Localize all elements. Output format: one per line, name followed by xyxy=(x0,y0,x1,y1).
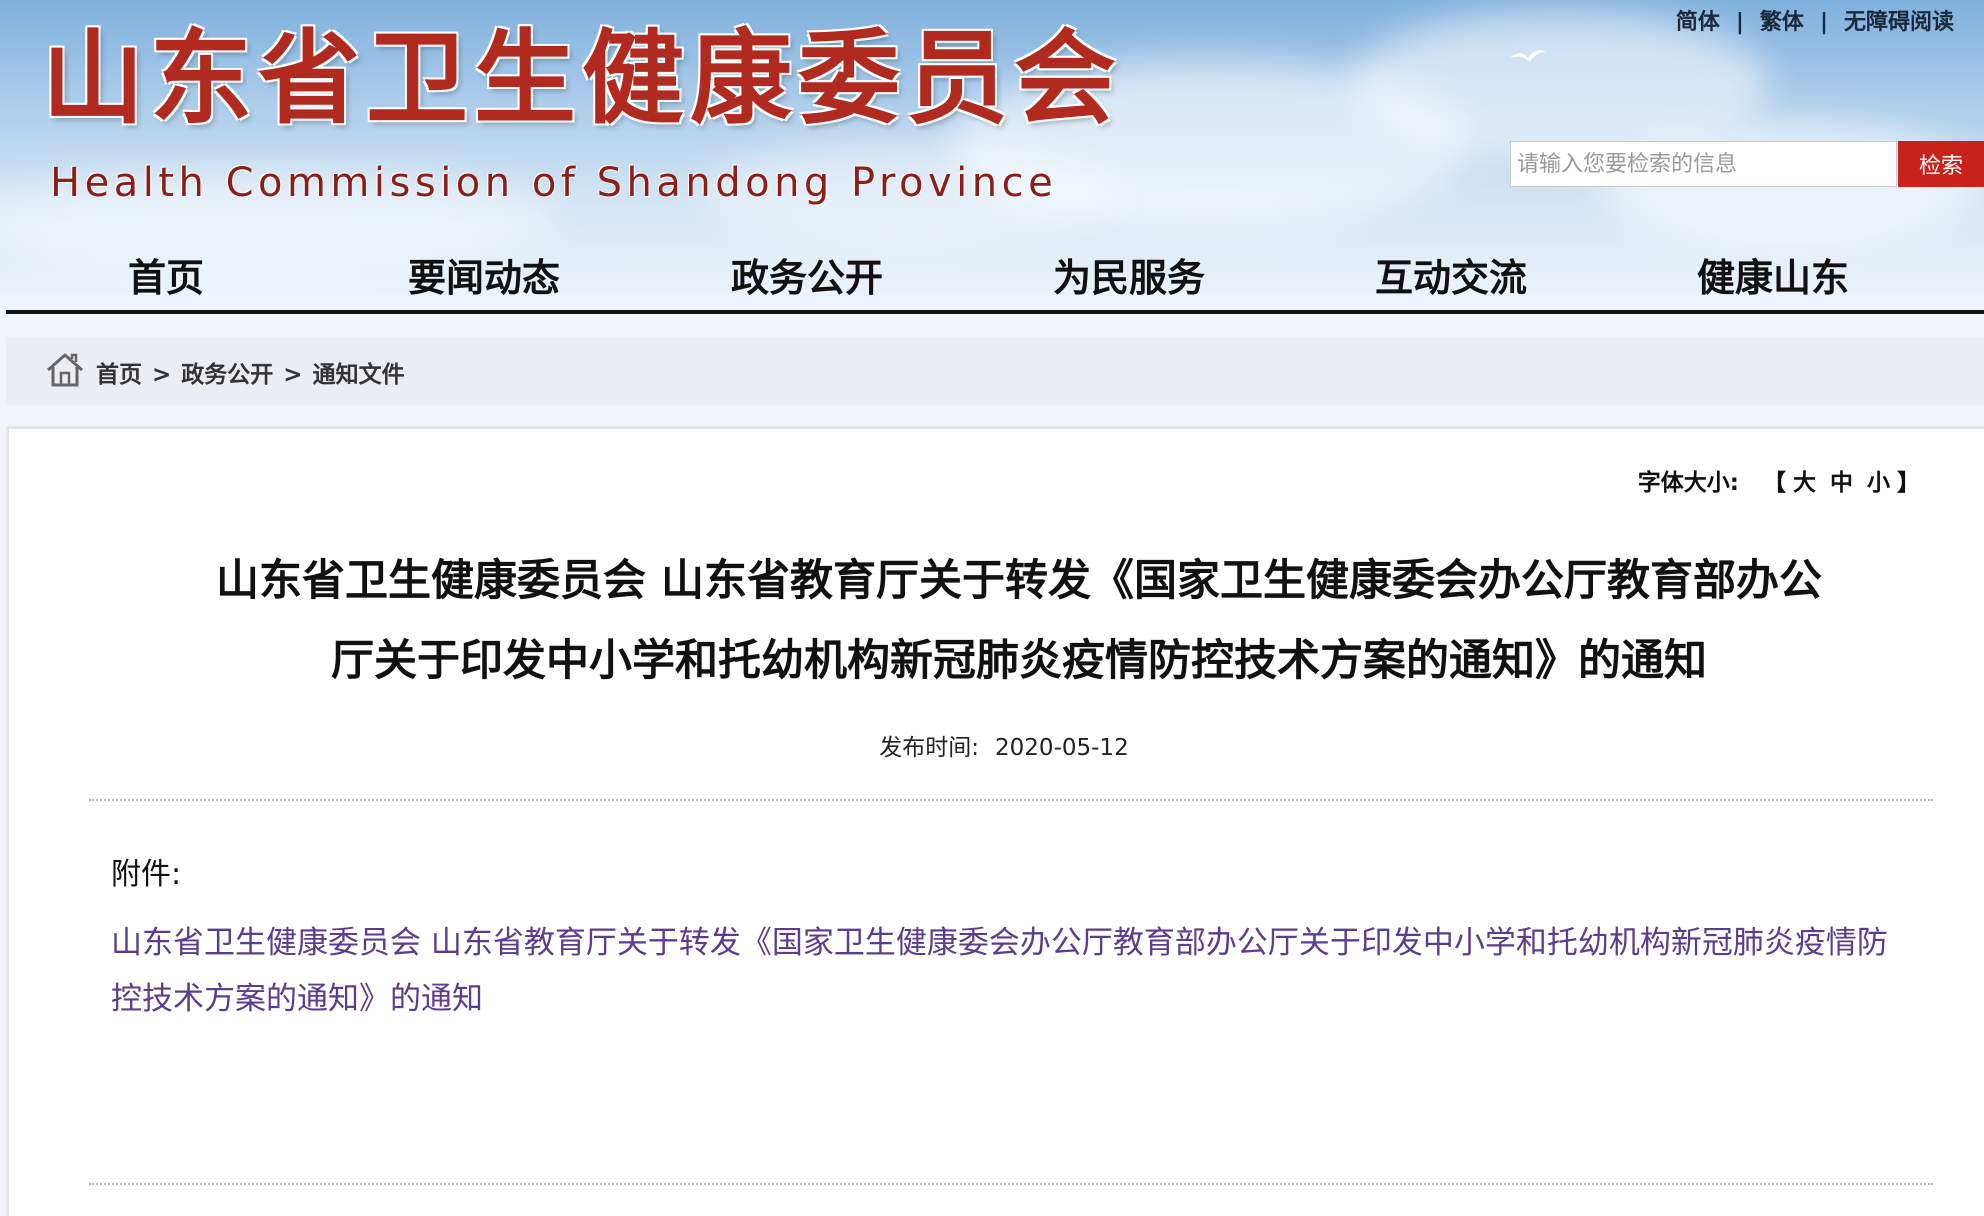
font-size-label: 字体大小: xyxy=(1637,470,1739,496)
simplified-chinese-link[interactable]: 简体 xyxy=(1676,10,1720,35)
nav-item-news[interactable]: 要闻动态 xyxy=(408,248,560,308)
font-size-small[interactable]: 小 xyxy=(1867,470,1890,496)
font-size-bracket-close: 】 xyxy=(1897,470,1920,496)
nav-item-public-services[interactable]: 为民服务 xyxy=(1053,248,1205,308)
bird-icon xyxy=(1510,50,1546,62)
article-title-line-1: 山东省卫生健康委员会 山东省教育厅关于转发《国家卫生健康委会办公厅教育部办公 xyxy=(216,556,1822,606)
article-title: 山东省卫生健康委员会 山东省教育厅关于转发《国家卫生健康委会办公厅教育部办公 厅… xyxy=(69,541,1969,701)
attachment-link[interactable]: 山东省卫生健康委员会 山东省教育厅关于转发《国家卫生健康委会办公厅教育部办公厅关… xyxy=(111,915,1911,1027)
article-title-line-2: 厅关于印发中小学和托幼机构新冠肺炎疫情防控技术方案的通知》的通知 xyxy=(331,636,1707,686)
breadcrumb: 首页 > 政务公开 > 通知文件 xyxy=(6,337,1984,405)
breadcrumb-trail: 首页 > 政务公开 > 通知文件 xyxy=(96,355,405,389)
search-input[interactable] xyxy=(1510,141,1897,187)
publish-date: 2020-05-12 xyxy=(995,735,1129,761)
nav-item-interaction[interactable]: 互动交流 xyxy=(1375,248,1527,308)
traditional-chinese-link[interactable]: 繁体 xyxy=(1760,10,1804,35)
font-size-large[interactable]: 大 xyxy=(1793,470,1816,496)
home-icon xyxy=(47,353,83,387)
font-size-switcher: 字体大小: 【大中小】 xyxy=(1638,463,1920,497)
divider xyxy=(89,799,1933,801)
site-header: 山东省卫生健康委员会 Health Commission of Shandong… xyxy=(0,0,1984,320)
breadcrumb-separator: > xyxy=(152,362,172,388)
site-logo-subtitle: Health Commission of Shandong Province xyxy=(50,160,1058,206)
divider xyxy=(89,1183,1933,1185)
publish-info: 发布时间: 2020-05-12 xyxy=(9,728,1984,762)
search-button[interactable]: 检索 xyxy=(1898,141,1984,187)
nav-divider xyxy=(6,310,1984,314)
font-size-medium[interactable]: 中 xyxy=(1830,470,1853,496)
top-link-separator: | xyxy=(1819,10,1828,35)
breadcrumb-government-affairs[interactable]: 政务公开 xyxy=(181,362,273,388)
site-logo-title: 山东省卫生健康委员会 xyxy=(42,19,1122,139)
nav-item-home[interactable]: 首页 xyxy=(128,248,204,308)
publish-label: 发布时间: xyxy=(879,735,980,761)
top-links: 简体 | 繁体 | 无障碍阅读 xyxy=(1676,4,1954,36)
attachment-label: 附件: xyxy=(111,857,182,892)
accessibility-link[interactable]: 无障碍阅读 xyxy=(1844,10,1954,35)
main-nav: 首页 要闻动态 政务公开 为民服务 互动交流 健康山东 xyxy=(0,248,1984,312)
breadcrumb-notices[interactable]: 通知文件 xyxy=(313,362,405,388)
nav-item-healthy-shandong[interactable]: 健康山东 xyxy=(1697,248,1849,308)
breadcrumb-home[interactable]: 首页 xyxy=(96,362,142,388)
nav-item-government-affairs[interactable]: 政务公开 xyxy=(731,248,883,308)
breadcrumb-separator: > xyxy=(283,362,303,388)
top-link-separator: | xyxy=(1735,10,1744,35)
article-container: 字体大小: 【大中小】 山东省卫生健康委员会 山东省教育厅关于转发《国家卫生健康… xyxy=(6,426,1984,1216)
font-size-bracket-open: 【 xyxy=(1763,470,1786,496)
